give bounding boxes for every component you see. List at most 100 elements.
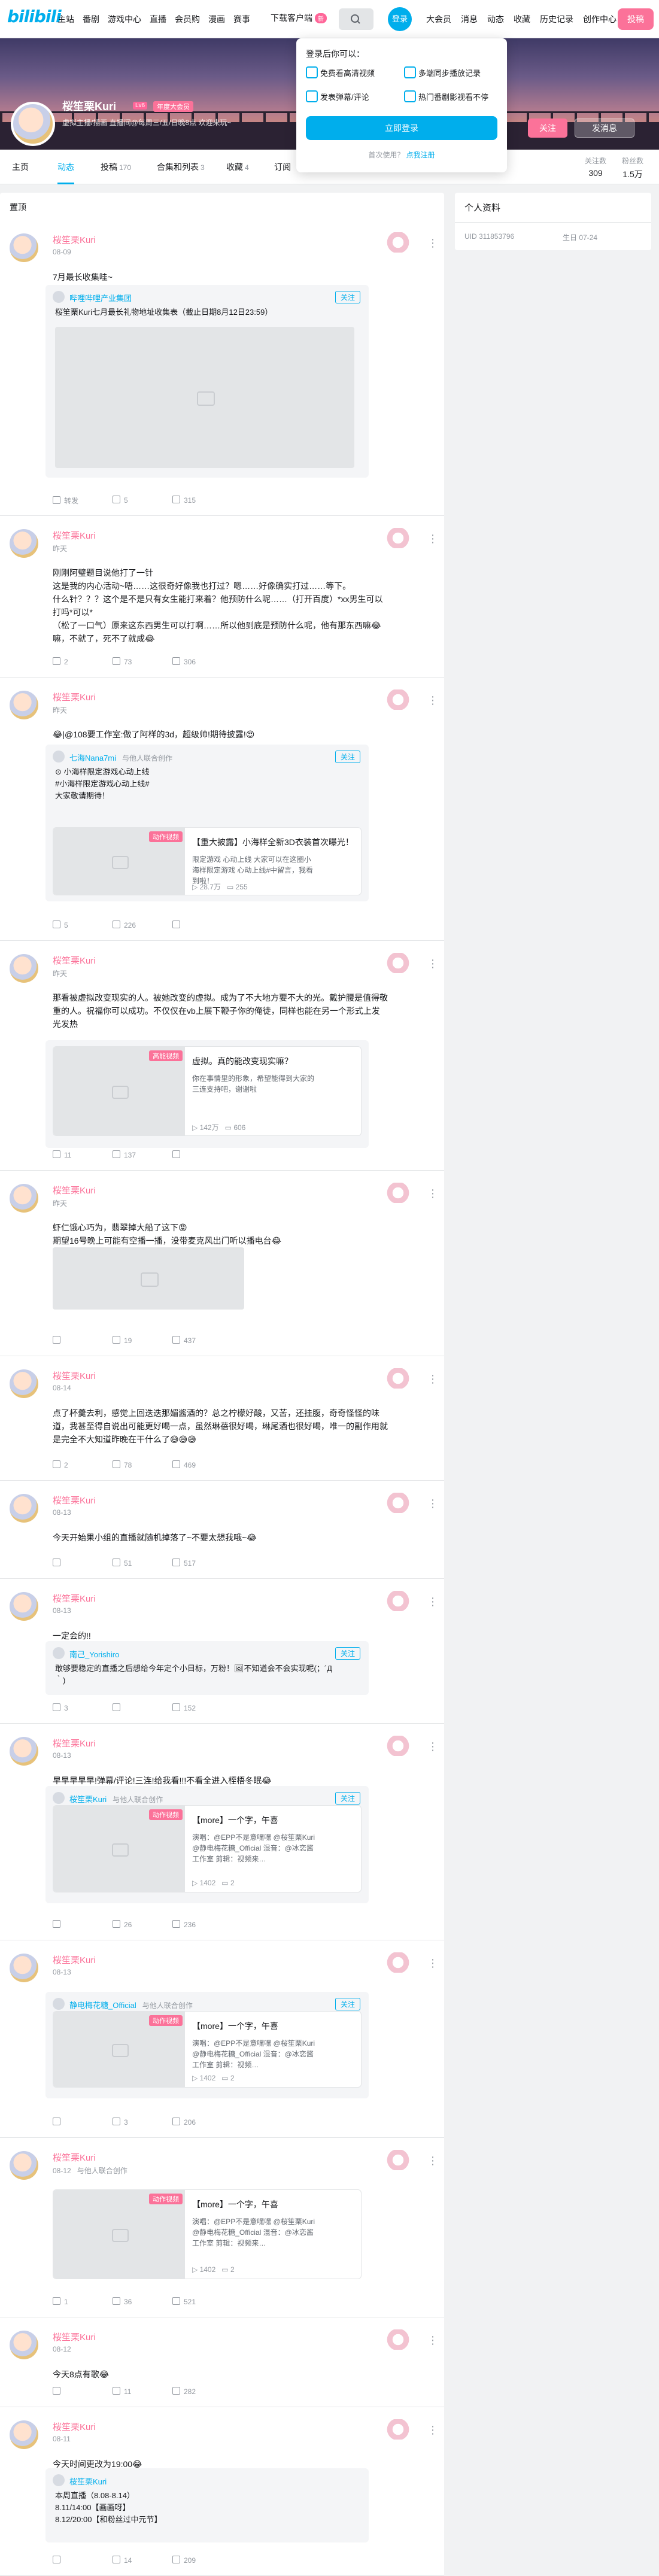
- more-options-icon[interactable]: ⋮: [427, 237, 438, 250]
- comment-button[interactable]: 226: [113, 921, 172, 929]
- more-options-icon[interactable]: ⋮: [427, 2155, 438, 2167]
- forwarded-follow-button[interactable]: 关注: [335, 1998, 360, 2010]
- more-options-icon[interactable]: ⋮: [427, 1596, 438, 1608]
- post-author[interactable]: 桜笙栗Kuri: [53, 529, 96, 542]
- like-button[interactable]: 209: [172, 2556, 232, 2565]
- post-avatar[interactable]: [10, 2331, 38, 2359]
- more-options-icon[interactable]: ⋮: [427, 694, 438, 707]
- forwarded-user[interactable]: 南己_Yorishiro: [69, 1648, 119, 1660]
- more-options-icon[interactable]: ⋮: [427, 1497, 438, 1510]
- post-author[interactable]: 桜笙栗Kuri: [53, 2420, 96, 2433]
- forward-button[interactable]: 2: [53, 657, 113, 666]
- nav-item[interactable]: 直播: [150, 13, 166, 25]
- forwarded-card[interactable]: 桜笙栗Kuri 与他人联合创作 关注 动作视频 【more】一个字，午喜 演唱：@EPP不…: [45, 1786, 369, 1903]
- like-button[interactable]: 517: [172, 1559, 232, 1568]
- forward-button[interactable]: [53, 1559, 113, 1568]
- register-link[interactable]: 点我注册: [406, 151, 435, 159]
- post-avatar[interactable]: [10, 1494, 38, 1523]
- nav-item[interactable]: 番剧: [83, 13, 99, 25]
- comment-button[interactable]: 11: [113, 2387, 172, 2396]
- like-button[interactable]: 206: [172, 2118, 232, 2127]
- tab-dynamic[interactable]: 动态: [57, 150, 74, 184]
- post-author[interactable]: 桜笙栗Kuri: [53, 1184, 96, 1196]
- forward-button[interactable]: [53, 2387, 113, 2396]
- post-author[interactable]: 桜笙栗Kuri: [53, 1954, 96, 1966]
- comment-button[interactable]: 5: [113, 496, 172, 506]
- post-avatar[interactable]: [10, 1954, 38, 1982]
- post-author[interactable]: 桜笙栗Kuri: [53, 691, 96, 703]
- following-stat[interactable]: 关注数 309: [581, 156, 611, 178]
- more-options-icon[interactable]: ⋮: [427, 2334, 438, 2347]
- post-avatar[interactable]: [10, 691, 38, 719]
- video-card[interactable]: 动作视频 【more】一个字，午喜 演唱：@EPP不是意嘿嘿 @桜笙栗Kuri @静…: [53, 2189, 362, 2279]
- like-button[interactable]: [172, 1150, 232, 1159]
- tab-collections[interactable]: 合集和列表 3: [157, 150, 205, 184]
- forwarded-card[interactable]: 藩尔佩Leona投稿了视频高能视频虚拟。真的能改变现实嘛？你在事情里的形象，希望…: [45, 1040, 369, 1148]
- bilibili-logo[interactable]: bilibili: [7, 7, 62, 26]
- forward-button[interactable]: 转发: [53, 496, 113, 506]
- more-options-icon[interactable]: ⋮: [427, 958, 438, 970]
- nav-item[interactable]: 主站: [57, 13, 74, 25]
- comment-button[interactable]: 26: [113, 1920, 172, 1929]
- more-options-icon[interactable]: ⋮: [427, 1373, 438, 1386]
- like-button[interactable]: [172, 921, 232, 929]
- forwarded-card[interactable]: 静电梅花糖_Official 与他人联合创作 关注 动作视频 【more】一个字，午喜演…: [45, 1992, 369, 2098]
- history-link[interactable]: 历史记录: [540, 13, 573, 25]
- more-options-icon[interactable]: ⋮: [427, 1187, 438, 1200]
- post-image[interactable]: [53, 1247, 244, 1310]
- tab-subscriptions[interactable]: 订阅: [274, 150, 291, 184]
- comment-button[interactable]: 51: [113, 1559, 172, 1568]
- forward-button[interactable]: [53, 2556, 113, 2565]
- like-button[interactable]: 306: [172, 657, 232, 666]
- video-card[interactable]: 动作视频 【重大披露】小海样全新3D衣装首次曝光！ 限定游戏 心动上线 大家可以在这…: [53, 827, 362, 895]
- like-button[interactable]: 469: [172, 1460, 232, 1469]
- like-button[interactable]: 236: [172, 1920, 232, 1929]
- upload-button[interactable]: 投稿: [618, 8, 654, 30]
- post-avatar[interactable]: [10, 1737, 38, 1766]
- post-avatar[interactable]: [10, 1592, 38, 1621]
- video-card[interactable]: 动作视频 【more】一个字，午喜 演唱：@EPP不是意嘿嘿 @桜笙栗Kuri @静…: [53, 2011, 362, 2088]
- post-author[interactable]: 桜笙栗Kuri: [53, 1494, 96, 1506]
- forward-button[interactable]: [53, 1920, 113, 1929]
- forward-button[interactable]: 2: [53, 1460, 113, 1469]
- forward-button[interactable]: [53, 1336, 113, 1345]
- vip-link[interactable]: 大会员: [426, 13, 451, 25]
- like-button[interactable]: 521: [172, 2297, 232, 2306]
- post-author[interactable]: 桜笙栗Kuri: [53, 2331, 96, 2343]
- post-author[interactable]: 桜笙栗Kuri: [53, 233, 96, 246]
- forwarded-card[interactable]: 七海Nana7mi 与他人联合创作 关注 ⊙ 小海样限定游戏心动上线 #小海样限定游戏心…: [45, 745, 369, 901]
- forward-button[interactable]: 3: [53, 1703, 113, 1712]
- like-button[interactable]: 282: [172, 2387, 232, 2396]
- comment-button[interactable]: [113, 1703, 172, 1712]
- tab-favorites[interactable]: 收藏 4: [226, 150, 249, 184]
- follow-button[interactable]: 关注: [528, 119, 567, 138]
- forwarded-user[interactable]: 七海Nana7mi 与他人联合创作: [69, 752, 172, 763]
- post-avatar[interactable]: [10, 954, 38, 983]
- login-now-button[interactable]: 立即登录: [306, 116, 497, 140]
- post-author[interactable]: 桜笙栗Kuri: [53, 954, 96, 967]
- tab-home[interactable]: 主页: [12, 150, 29, 184]
- forwarded-image[interactable]: [55, 327, 354, 468]
- forwarded-card[interactable]: 桜笙栗Kuri 本周直播（8.08-8.14） 8.11/14:00【画画呀】 8…: [45, 2468, 369, 2542]
- nav-item[interactable]: 漫画: [208, 13, 225, 25]
- post-avatar[interactable]: [10, 529, 38, 558]
- comment-button[interactable]: 137: [113, 1150, 172, 1159]
- tab-videos[interactable]: 投稿 170: [101, 150, 131, 184]
- comment-button[interactable]: 73: [113, 657, 172, 666]
- comment-button[interactable]: 78: [113, 1460, 172, 1469]
- message-link[interactable]: 消息: [461, 13, 478, 25]
- forward-button[interactable]: 11: [53, 1150, 113, 1159]
- forwarded-user[interactable]: 哔哩哔哩产业集团: [69, 292, 132, 303]
- post-avatar[interactable]: [10, 2151, 38, 2180]
- video-card[interactable]: 动作视频 【more】一个字，午喜 演唱：@EPP不是意嘿嘿 @桜笙栗Kuri @静…: [53, 1805, 362, 1892]
- topic-link[interactable]: ⊙ 小海样限定游戏心动上线: [55, 766, 342, 778]
- forwarded-follow-button[interactable]: 关注: [335, 291, 360, 303]
- forwarded-card[interactable]: 南己_Yorishiro 关注 敢够要稳定的直播之后想给今年定个小目标，万粉！🖼不知…: [45, 1641, 369, 1695]
- post-author[interactable]: 桜笙栗Kuri: [53, 2151, 96, 2164]
- nav-item[interactable]: 赛事: [233, 13, 250, 25]
- topic-hashtag[interactable]: #小海样限定游戏心动上线#: [55, 778, 342, 790]
- post-author[interactable]: 桜笙栗Kuri: [53, 1737, 96, 1749]
- post-avatar[interactable]: [10, 233, 38, 262]
- more-options-icon[interactable]: ⋮: [427, 1740, 438, 1753]
- forwarded-user[interactable]: 静电梅花糖_Official 与他人联合创作: [69, 1999, 193, 2010]
